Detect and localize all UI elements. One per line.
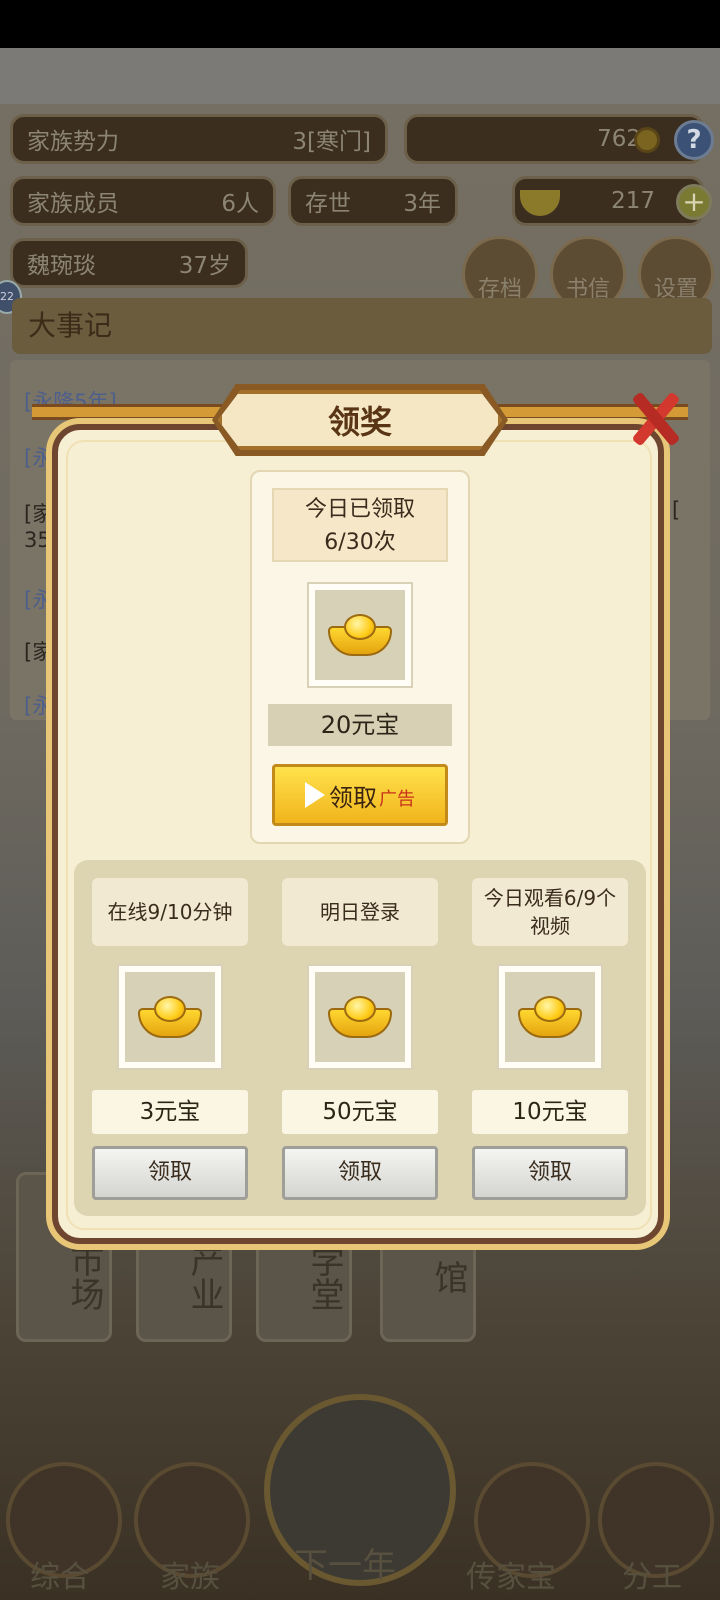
claim-ad-button[interactable]: 领取 广告 [272,764,448,826]
coin-icon [634,127,660,153]
ad-claim-count-line2: 6/30次 [324,530,396,555]
help-button[interactable]: ? [674,120,714,160]
ad-reward-item [307,582,413,688]
log-line: [家 [24,640,54,664]
ingot-count: 217 [611,188,655,214]
task-online-item [117,964,223,1070]
members-pill[interactable]: 家族成员 6人 [10,176,276,226]
claim-online-button[interactable]: 领取 [92,1146,248,1200]
top-gap [0,48,720,104]
task-video-amount: 10元宝 [472,1090,628,1134]
gold-ingot-icon [328,614,392,656]
existence-label: 存世 [305,191,351,217]
members-label: 家族成员 [27,191,119,217]
task-login-item [307,964,413,1070]
dialog-title: 领奖 [327,403,392,441]
members-value: 6人 [221,191,259,217]
nav-label-next-year: 下一年 [294,1546,396,1586]
log-line: [永 [24,588,54,612]
task-login-amount: 50元宝 [282,1090,438,1134]
add-ingot-button[interactable]: + [676,184,712,220]
gold-ingot-icon [518,996,582,1038]
ad-claim-count-line1: 今日已领取 [304,497,415,522]
title-plate: 领奖 [218,390,502,450]
status-bar [0,0,720,48]
task-online-label: 在线9/10分钟 [92,878,248,946]
task-online-amount: 3元宝 [92,1090,248,1134]
task-video-label: 今日观看6/9个视频 [472,878,628,946]
gold-ingot-icon [138,996,202,1038]
claim-video-button[interactable]: 领取 [472,1146,628,1200]
nav-label-heirloom: 传家宝 [466,1560,556,1595]
nav-label-family: 家族 [160,1560,220,1595]
close-button[interactable] [622,384,690,452]
task-login-label: 明日登录 [282,878,438,946]
existence-pill: 存世 3年 [288,176,458,226]
ad-reward-amount: 20元宝 [268,704,452,746]
claim-login-button[interactable]: 领取 [282,1146,438,1200]
log-line: [永 [24,694,54,718]
character-name: 魏琬琰 [27,253,96,279]
character-age: 37岁 [178,253,231,279]
claim-ad-label: 领取 [329,783,377,812]
nav-label-division: 分工 [622,1560,682,1595]
log-line: [永 [24,446,54,470]
log-line: [家 [24,502,54,526]
log-line: [ [672,498,681,522]
event-log-title: 大事记 [12,298,712,354]
log-line: 35 [24,528,51,552]
nav-label-general: 综合 [30,1560,90,1595]
character-pill[interactable]: 魏琬琰 37岁 [10,238,248,288]
ad-claim-count: 今日已领取 6/30次 [272,488,448,562]
gold-ingot-icon [328,996,392,1038]
ad-tag: 广告 [379,789,415,810]
task-video-item [497,964,603,1070]
family-power-value: 3[寒门] [292,129,371,155]
existence-value: 3年 [403,191,441,217]
play-icon [305,782,325,808]
family-power-label: 家族势力 [27,129,119,155]
family-power-pill[interactable]: 家族势力 3[寒门] [10,114,388,164]
